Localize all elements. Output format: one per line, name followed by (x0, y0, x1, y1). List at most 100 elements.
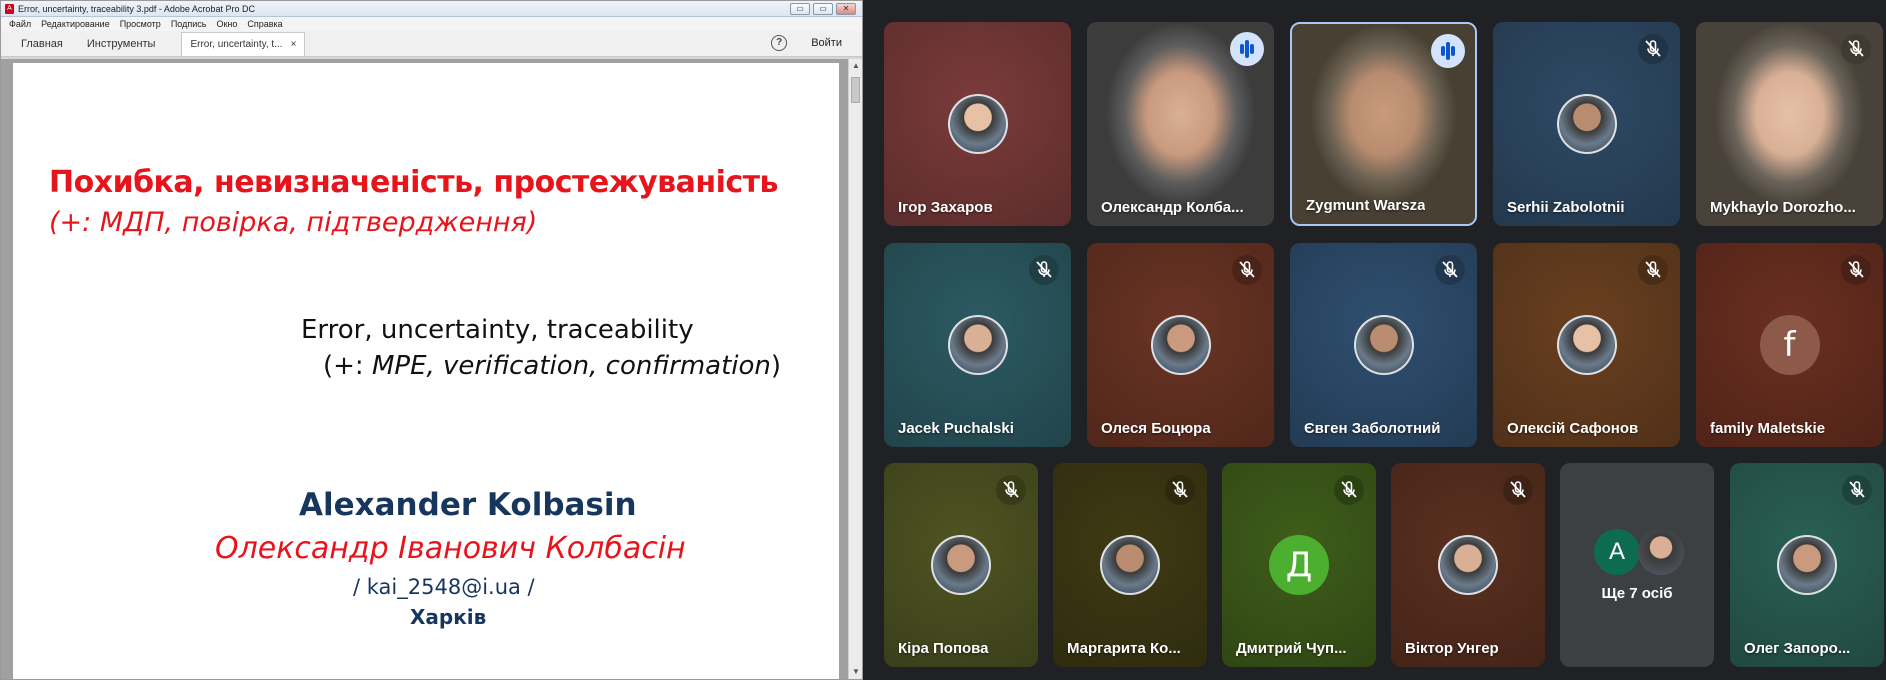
participant-tile[interactable]: Mykhaylo Dorozho... (1696, 22, 1883, 226)
help-icon[interactable]: ? (771, 35, 788, 51)
close-button[interactable]: ✕ (836, 2, 856, 15)
more-avatar-photo (1638, 529, 1684, 575)
tab-home[interactable]: Главная (9, 32, 75, 56)
menu-window[interactable]: Окно (216, 19, 237, 29)
mic-off-icon (1503, 475, 1533, 505)
speaking-indicator-icon (1230, 32, 1264, 66)
more-participants-label: Ще 7 осіб (1601, 585, 1673, 602)
participant-tile[interactable]: Олег Запоро... (1730, 463, 1884, 667)
mic-off-icon (996, 475, 1026, 505)
tab-close-icon[interactable]: × (291, 33, 297, 56)
slide-city: Харків (410, 605, 487, 629)
participant-name: Дмитрий Чуп... (1236, 640, 1347, 657)
slide-author-ua: Олександр Іванович Колбасін (215, 531, 686, 566)
more-avatar-letter: A (1594, 529, 1640, 575)
participant-avatar (1777, 535, 1837, 595)
mic-off-icon (1638, 255, 1668, 285)
menu-help[interactable]: Справка (247, 19, 282, 29)
scroll-down-icon[interactable]: ▼ (849, 665, 863, 679)
acrobat-app-icon: A (5, 3, 14, 14)
more-participants-tile[interactable]: A Ще 7 осіб (1560, 463, 1714, 667)
participant-avatar (1150, 315, 1211, 375)
slide-author-en: Alexander Kolbasin (299, 487, 637, 523)
slide-title-en: Error, uncertainty, traceability (301, 315, 694, 345)
mic-off-icon (1638, 34, 1668, 64)
participant-name: Serhii Zabolotnii (1507, 199, 1625, 216)
participant-avatar (931, 535, 991, 595)
acrobat-menubar: Файл Редактирование Просмотр Подпись Окн… (1, 17, 862, 31)
subtitle-en-suffix: ) (770, 351, 782, 381)
window-controls: ▭ ▭ ✕ (790, 2, 862, 15)
participant-name: Mykhaylo Dorozho... (1710, 199, 1856, 216)
menu-edit[interactable]: Редактирование (41, 19, 110, 29)
menu-sign[interactable]: Подпись (171, 19, 207, 29)
maximize-button[interactable]: ▭ (813, 2, 833, 15)
participant-tile[interactable]: Ігор Захаров (884, 22, 1071, 226)
subtitle-en-prefix: (+: (323, 351, 372, 381)
participant-name: Ігор Захаров (898, 199, 993, 216)
signin-button[interactable]: Войти (811, 37, 842, 49)
scroll-up-icon[interactable]: ▲ (849, 59, 863, 73)
participant-tile[interactable]: f family Maletskie (1696, 243, 1883, 447)
acrobat-titlebar[interactable]: A Error, uncertainty, traceability 3.pdf… (1, 1, 862, 17)
participant-name: Олексій Сафонов (1507, 420, 1639, 437)
participant-tile[interactable]: Віктор Унгер (1391, 463, 1545, 667)
scrollbar-thumb[interactable] (851, 77, 860, 103)
mic-off-icon (1842, 475, 1872, 505)
vertical-scrollbar[interactable]: ▲ ▼ (848, 59, 862, 679)
acrobat-tabbar: Главная Инструменты Error, uncertainty, … (1, 31, 862, 57)
speaking-indicator-icon (1431, 34, 1465, 68)
mic-off-icon (1841, 255, 1871, 285)
participant-avatar (1556, 94, 1617, 154)
participant-name: Олег Запоро... (1744, 640, 1851, 657)
participant-name: Олександр Колба... (1101, 199, 1244, 216)
participant-name: Кіра Попова (898, 640, 989, 657)
minimize-button[interactable]: ▭ (790, 2, 810, 15)
participant-name: Віктор Унгер (1405, 640, 1499, 657)
acrobat-window: A Error, uncertainty, traceability 3.pdf… (0, 0, 863, 680)
menu-file[interactable]: Файл (9, 19, 31, 29)
participant-tile[interactable]: Олеся Боцюра (1087, 243, 1274, 447)
participant-avatar: Д (1269, 535, 1329, 595)
participant-avatar (947, 94, 1008, 154)
mic-off-icon (1334, 475, 1364, 505)
desktop: A Error, uncertainty, traceability 3.pdf… (0, 0, 1886, 680)
participant-name: Євген Заболотний (1304, 420, 1441, 437)
slide-title-ua: Похибка, невизначеність, простежуваність (49, 165, 779, 200)
participant-tile[interactable]: Д Дмитрий Чуп... (1222, 463, 1376, 667)
participant-tile[interactable]: Олександр Колба... (1087, 22, 1274, 226)
subtitle-en-italic: MPE, verification, confirmation (371, 351, 771, 381)
pdf-page: Похибка, невизначеність, простежуваність… (13, 63, 839, 679)
participant-name: family Maletskie (1710, 420, 1826, 437)
slide-subtitle-ua: (+: МДП, повірка, підтвердження) (49, 207, 538, 238)
mic-off-icon (1232, 255, 1262, 285)
participant-name: Олеся Боцюра (1101, 420, 1211, 437)
participant-name: Jacek Puchalski (898, 420, 1014, 437)
tab-document-label: Error, uncertainty, t... (190, 39, 283, 50)
window-title: Error, uncertainty, traceability 3.pdf -… (18, 3, 255, 14)
slide-email: / kai_2548@i.ua / (353, 575, 535, 599)
participant-avatar (947, 315, 1008, 375)
participant-tile[interactable]: Jacek Puchalski (884, 243, 1071, 447)
mic-off-icon (1841, 34, 1871, 64)
participant-tile[interactable]: Zygmunt Warsza (1290, 22, 1477, 226)
participant-tile[interactable]: Маргарита Ко... (1053, 463, 1207, 667)
participant-avatar (1100, 535, 1160, 595)
document-viewport[interactable]: Похибка, невизначеність, простежуваність… (1, 59, 862, 679)
participant-avatar (1556, 315, 1617, 375)
participant-avatar (1353, 315, 1414, 375)
participant-tile[interactable]: Кіра Попова (884, 463, 1038, 667)
participant-tile[interactable]: Олексій Сафонов (1493, 243, 1680, 447)
participant-tile[interactable]: Serhii Zabolotnii (1493, 22, 1680, 226)
tab-document[interactable]: Error, uncertainty, t... × (181, 32, 306, 56)
tab-tools[interactable]: Инструменты (75, 32, 168, 56)
participant-tile[interactable]: Євген Заболотний (1290, 243, 1477, 447)
participant-avatar (1438, 535, 1498, 595)
participant-name: Zygmunt Warsza (1306, 197, 1426, 214)
menu-view[interactable]: Просмотр (120, 19, 161, 29)
mic-off-icon (1165, 475, 1195, 505)
mic-off-icon (1435, 255, 1465, 285)
slide-subtitle-en: (+: MPE, verification, confirmation) (323, 351, 781, 381)
mic-off-icon (1029, 255, 1059, 285)
participant-name: Маргарита Ко... (1067, 640, 1181, 657)
